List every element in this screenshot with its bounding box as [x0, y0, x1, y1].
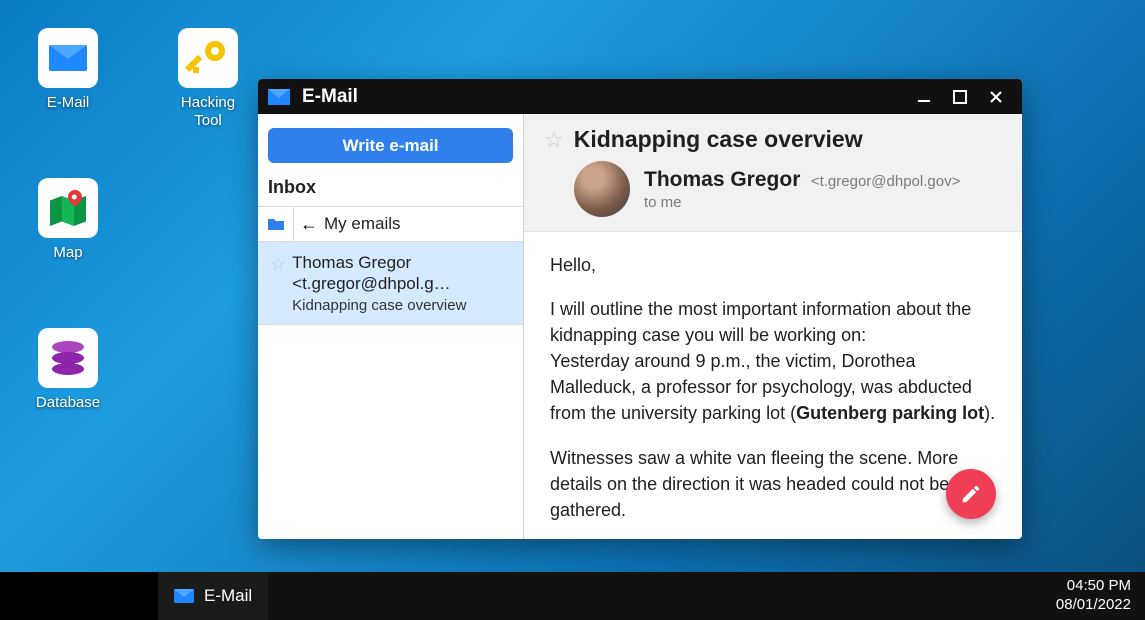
titlebar[interactable]: E-Mail: [258, 79, 1022, 114]
sidebar: Write e-mail Inbox ← My emails ☆ Thomas …: [258, 114, 524, 539]
sender-name: Thomas Gregor: [644, 168, 800, 191]
desktop: E-Mail Hacking Tool Map Database E-Mail: [0, 0, 1145, 620]
body-paragraph: Witnesses saw a white van fleeing the sc…: [550, 445, 996, 523]
database-icon: [38, 328, 98, 388]
start-region[interactable]: [0, 572, 158, 620]
key-icon: [178, 28, 238, 88]
mail-list-item[interactable]: ☆ Thomas Gregor <t.gregor@dhpol.g… Kidna…: [258, 242, 523, 325]
back-arrow-icon[interactable]: ←: [294, 214, 324, 235]
avatar: [574, 161, 630, 217]
sender-address: <t.gregor@dhpol.gov>: [811, 173, 961, 190]
mail-subject-preview: Kidnapping case overview: [292, 297, 513, 314]
email-subject: Kidnapping case overview: [574, 126, 863, 153]
taskbar-clock[interactable]: 04:50 PM 08/01/2022: [1042, 577, 1145, 615]
recipient-line: to me: [644, 194, 960, 211]
mail-icon: [268, 89, 290, 105]
desktop-icon-hacking-tool[interactable]: Hacking Tool: [163, 28, 253, 130]
desktop-icon-label: Database: [23, 394, 113, 412]
desktop-icon-label: E-Mail: [23, 94, 113, 112]
mail-icon: [174, 589, 194, 603]
compose-button[interactable]: Write e-mail: [268, 128, 513, 163]
taskbar-item-label: E-Mail: [204, 586, 252, 606]
window-title: E-Mail: [302, 86, 358, 108]
reading-pane: ☆ Kidnapping case overview Thomas Gregor…: [524, 114, 1022, 539]
mail-icon: [38, 28, 98, 88]
body-paragraph: I will outline the most important inform…: [550, 296, 996, 426]
body-greeting: Hello,: [550, 252, 996, 278]
mail-from: Thomas Gregor <t.gregor@dhpol.g…: [292, 252, 513, 295]
compose-fab[interactable]: [946, 469, 996, 519]
star-icon[interactable]: ☆: [544, 127, 564, 153]
close-button[interactable]: [980, 81, 1012, 113]
maximize-button[interactable]: [944, 81, 976, 113]
desktop-icon-label: Map: [23, 244, 113, 262]
desktop-icon-map[interactable]: Map: [23, 178, 113, 262]
email-window: E-Mail Write e-mail Inbox ←: [258, 79, 1022, 539]
desktop-icon-label: Hacking Tool: [163, 94, 253, 130]
map-icon: [38, 178, 98, 238]
reader-header: ☆ Kidnapping case overview Thomas Gregor…: [524, 114, 1022, 232]
inbox-label[interactable]: Inbox: [258, 173, 523, 206]
star-icon[interactable]: ☆: [270, 254, 286, 314]
desktop-icon-email[interactable]: E-Mail: [23, 28, 113, 112]
pencil-icon: [960, 483, 982, 505]
breadcrumb-label[interactable]: My emails: [324, 214, 401, 234]
clock-time: 04:50 PM: [1056, 577, 1131, 596]
taskbar-item-email[interactable]: E-Mail: [158, 572, 268, 620]
minimize-button[interactable]: [908, 81, 940, 113]
folder-icon[interactable]: [258, 207, 294, 241]
breadcrumb-row: ← My emails: [258, 206, 523, 242]
desktop-icon-database[interactable]: Database: [23, 328, 113, 412]
clock-date: 08/01/2022: [1056, 596, 1131, 615]
taskbar: E-Mail 04:50 PM 08/01/2022: [0, 572, 1145, 620]
